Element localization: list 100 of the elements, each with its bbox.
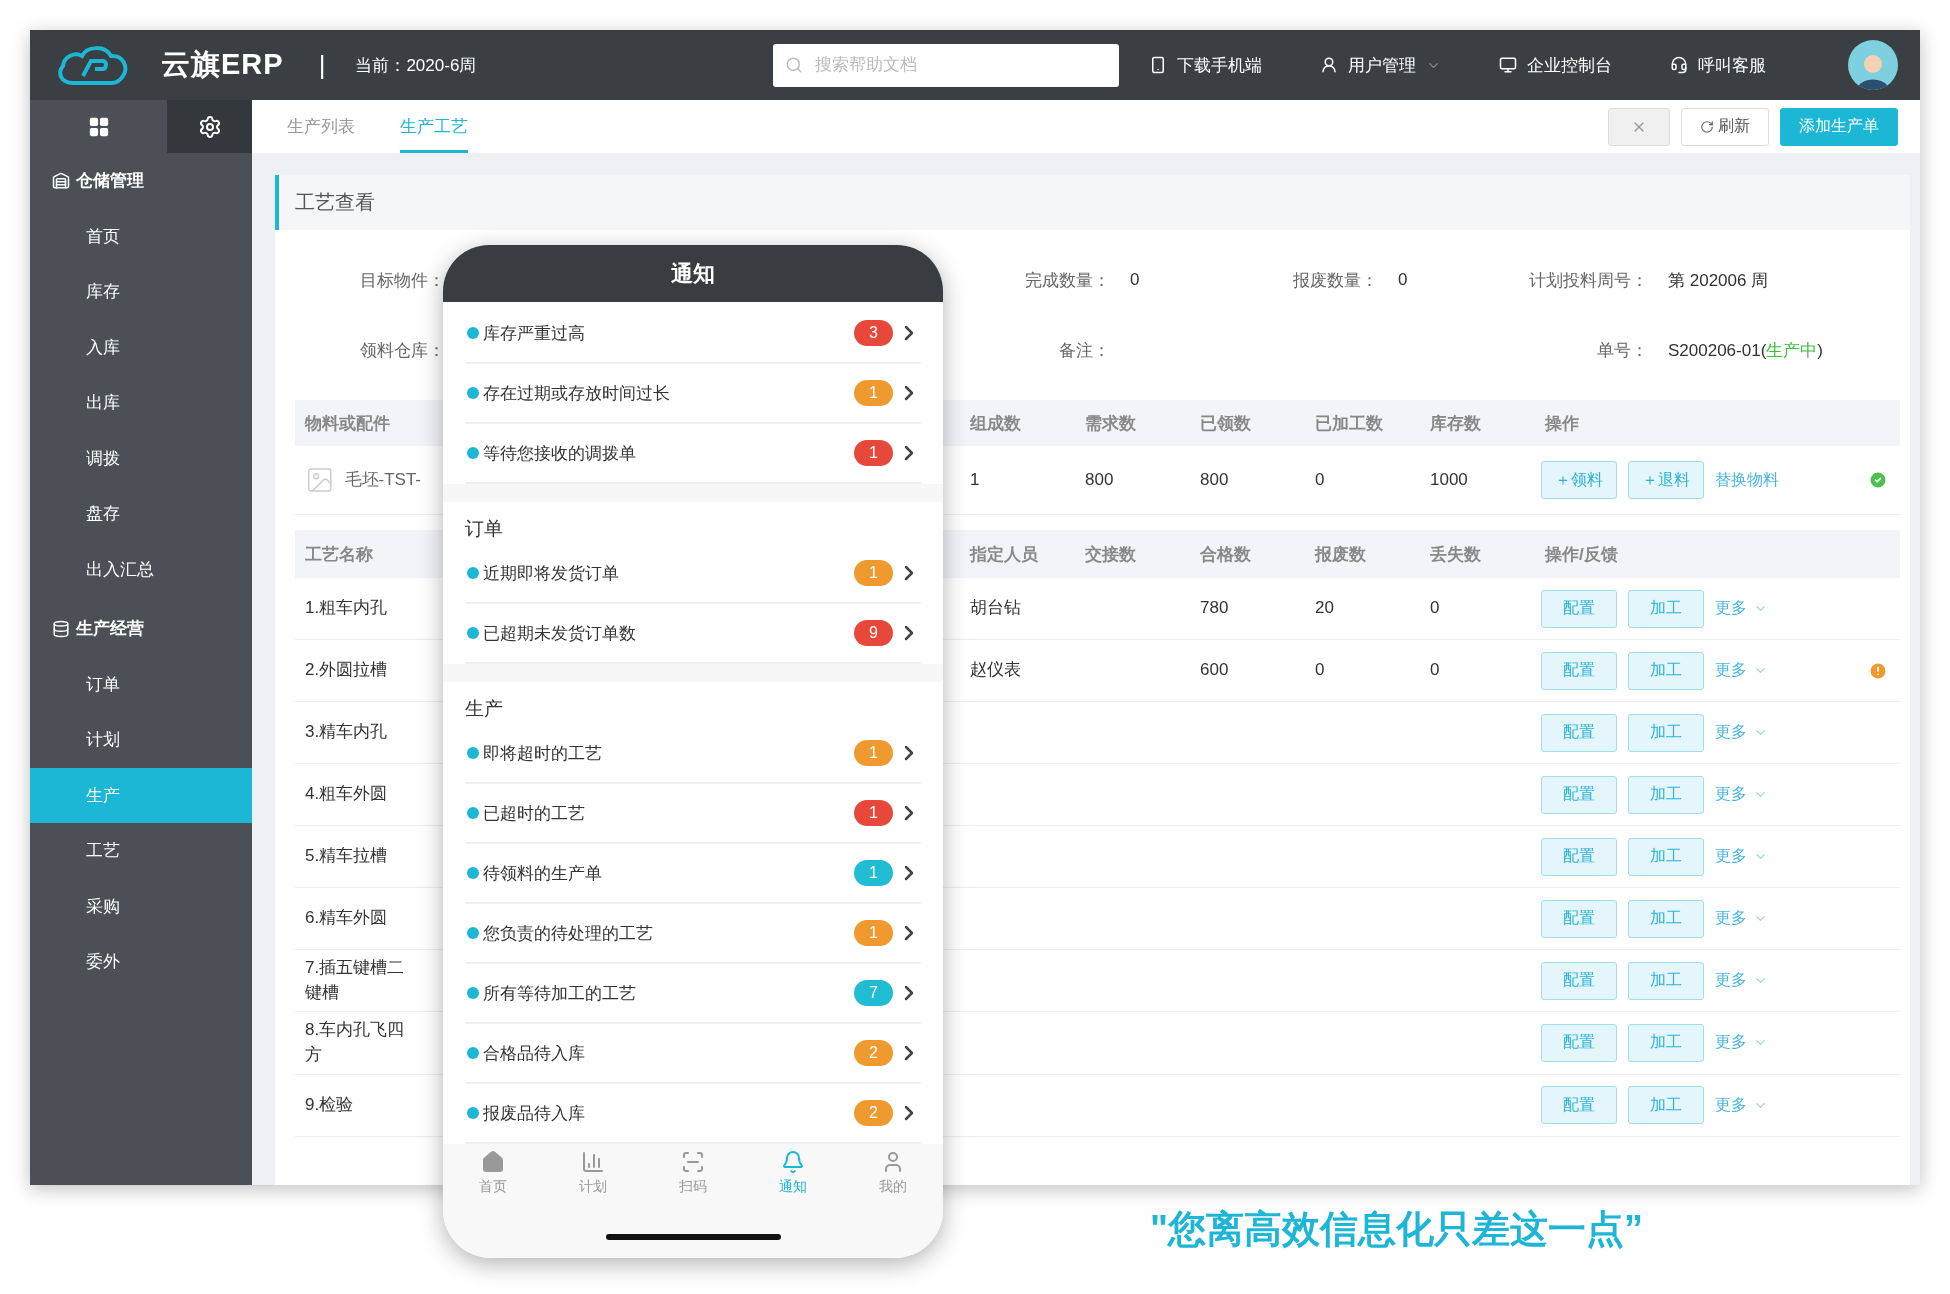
- tab[interactable]: 生产列表: [287, 100, 355, 153]
- action-button[interactable]: 配置: [1541, 899, 1617, 938]
- notification-item[interactable]: 合格品待入库 2: [465, 1024, 921, 1084]
- action-button[interactable]: 配置: [1541, 589, 1617, 628]
- refresh-button[interactable]: 刷新: [1681, 107, 1769, 146]
- top-menu-link[interactable]: 下载手机端: [1149, 53, 1263, 77]
- action-button[interactable]: 加工: [1628, 775, 1704, 814]
- notification-item[interactable]: 已超期未发货订单数 9: [465, 604, 921, 664]
- section-heading: 订单: [465, 517, 504, 541]
- sidebar-item[interactable]: 订单: [30, 656, 252, 712]
- top-menu-link[interactable]: 用户管理: [1320, 53, 1442, 77]
- search-field[interactable]: 搜索帮助文档: [773, 43, 1120, 87]
- more-dropdown[interactable]: 更多: [1715, 1094, 1768, 1116]
- settings-icon[interactable]: [197, 114, 222, 139]
- table-cell-text: 9.检验: [305, 1093, 354, 1116]
- sidebar-item[interactable]: 入库: [30, 319, 252, 375]
- notification-item[interactable]: 您负责的待处理的工艺 1: [465, 904, 921, 964]
- sidebar-item[interactable]: 出入汇总: [30, 541, 252, 597]
- sidebar-item[interactable]: 生产: [30, 767, 252, 823]
- dot-icon: [467, 327, 479, 339]
- replace-link[interactable]: 替换物料: [1715, 469, 1779, 491]
- phone-title-bar: 通知: [443, 245, 943, 302]
- field-label: 目标物件：: [360, 269, 445, 292]
- more-dropdown[interactable]: 更多: [1715, 598, 1768, 619]
- count-badge: 1: [854, 560, 893, 586]
- table-cell-text: 800: [1200, 468, 1229, 491]
- phone-tab[interactable]: 我的: [843, 1150, 943, 1234]
- sidebar-item[interactable]: 计划: [30, 712, 252, 768]
- more-dropdown[interactable]: 更多: [1715, 908, 1768, 929]
- table-cell-text: 3.精车内孔: [305, 721, 388, 744]
- column-header: 已领数: [1199, 412, 1252, 435]
- action-button[interactable]: 配置: [1541, 651, 1617, 690]
- column-header: 物料或配件: [303, 412, 391, 435]
- field-label: 备注：: [1059, 339, 1110, 362]
- action-button[interactable]: 加工: [1628, 651, 1704, 690]
- table-cell-text: 2.外圆拉槽: [305, 659, 388, 682]
- action-button[interactable]: 加工: [1628, 1023, 1704, 1062]
- action-button[interactable]: 加工: [1628, 899, 1704, 938]
- sidebar-item[interactable]: 库存: [30, 264, 252, 320]
- action-button[interactable]: ＋领料: [1541, 461, 1617, 499]
- dot-icon: [467, 747, 479, 759]
- count-badge: 7: [854, 980, 893, 1006]
- phone-tab[interactable]: 扫码: [643, 1150, 743, 1234]
- notification-item[interactable]: 已超时的工艺 1: [465, 784, 921, 844]
- column-header: 库存数: [1429, 412, 1482, 435]
- grid-icon[interactable]: [87, 115, 110, 138]
- sidebar-item[interactable]: 盘存: [30, 486, 252, 542]
- action-button[interactable]: 加工: [1628, 837, 1704, 876]
- table-cell-text: 20: [1315, 597, 1334, 620]
- count-badge: 1: [854, 440, 893, 466]
- notification-label: 已超时的工艺: [483, 802, 585, 825]
- table-cell-text: 1.粗车内孔: [305, 597, 388, 620]
- action-button[interactable]: 配置: [1541, 837, 1617, 876]
- sidebar-item[interactable]: 委外: [30, 934, 252, 990]
- more-dropdown[interactable]: 更多: [1715, 660, 1768, 681]
- more-dropdown[interactable]: 更多: [1715, 1032, 1768, 1054]
- action-button[interactable]: 加工: [1628, 1086, 1704, 1125]
- notification-item[interactable]: 库存严重过高 3: [465, 304, 921, 364]
- action-button[interactable]: 加工: [1628, 961, 1704, 1000]
- action-button[interactable]: 配置: [1541, 713, 1617, 752]
- more-dropdown[interactable]: 更多: [1715, 784, 1768, 805]
- notification-item[interactable]: 存在过期或存放时间过长 1: [465, 364, 921, 424]
- action-button[interactable]: 配置: [1541, 1023, 1617, 1062]
- count-badge: 3: [854, 320, 893, 346]
- table-cell-text: 780: [1200, 597, 1229, 620]
- dot-icon: [467, 1047, 479, 1059]
- more-dropdown[interactable]: 更多: [1715, 970, 1768, 992]
- notification-item[interactable]: 待领料的生产单 1: [465, 844, 921, 904]
- notification-item[interactable]: 近期即将发货订单 1: [465, 544, 921, 604]
- notification-label: 即将超时的工艺: [483, 742, 602, 765]
- phone-tab[interactable]: 首页: [443, 1150, 543, 1234]
- more-dropdown[interactable]: 更多: [1715, 846, 1768, 867]
- sidebar-item[interactable]: 调拨: [30, 430, 252, 486]
- action-button[interactable]: 配置: [1541, 775, 1617, 814]
- top-menu-link[interactable]: 企业控制台: [1499, 53, 1613, 77]
- sidebar-item[interactable]: 出库: [30, 375, 252, 431]
- phone-tab[interactable]: 通知: [743, 1150, 843, 1234]
- table-cell-text: 4.粗车外圆: [305, 783, 388, 806]
- action-button[interactable]: 加工: [1628, 589, 1704, 628]
- database-icon: [52, 619, 70, 638]
- add-order-button[interactable]: 添加生产单: [1780, 107, 1898, 146]
- field-label: 单号：: [1597, 339, 1648, 362]
- notification-item[interactable]: 等待您接收的调拨单 1: [465, 424, 921, 484]
- notification-item[interactable]: 所有等待加工的工艺 7: [465, 964, 921, 1024]
- table-cell-text: 赵仪表: [970, 659, 1021, 682]
- sidebar-item[interactable]: 工艺: [30, 823, 252, 879]
- action-button[interactable]: 加工: [1628, 713, 1704, 752]
- more-dropdown[interactable]: 更多: [1715, 722, 1768, 743]
- phone-tab[interactable]: 计划: [543, 1150, 643, 1234]
- action-button[interactable]: 配置: [1541, 961, 1617, 1000]
- notification-item[interactable]: 即将超时的工艺 1: [465, 724, 921, 784]
- tab[interactable]: 生产工艺: [400, 100, 468, 153]
- column-header: 指定人员: [968, 543, 1039, 566]
- action-button[interactable]: ＋退料: [1628, 461, 1704, 499]
- sidebar-item[interactable]: 采购: [30, 878, 252, 934]
- sidebar-item[interactable]: 首页: [30, 208, 252, 264]
- top-menu-link[interactable]: 呼叫客服: [1670, 53, 1767, 77]
- headset-icon: [1670, 56, 1689, 74]
- action-button[interactable]: 配置: [1541, 1086, 1617, 1125]
- notification-label: 等待您接收的调拨单: [483, 442, 636, 465]
